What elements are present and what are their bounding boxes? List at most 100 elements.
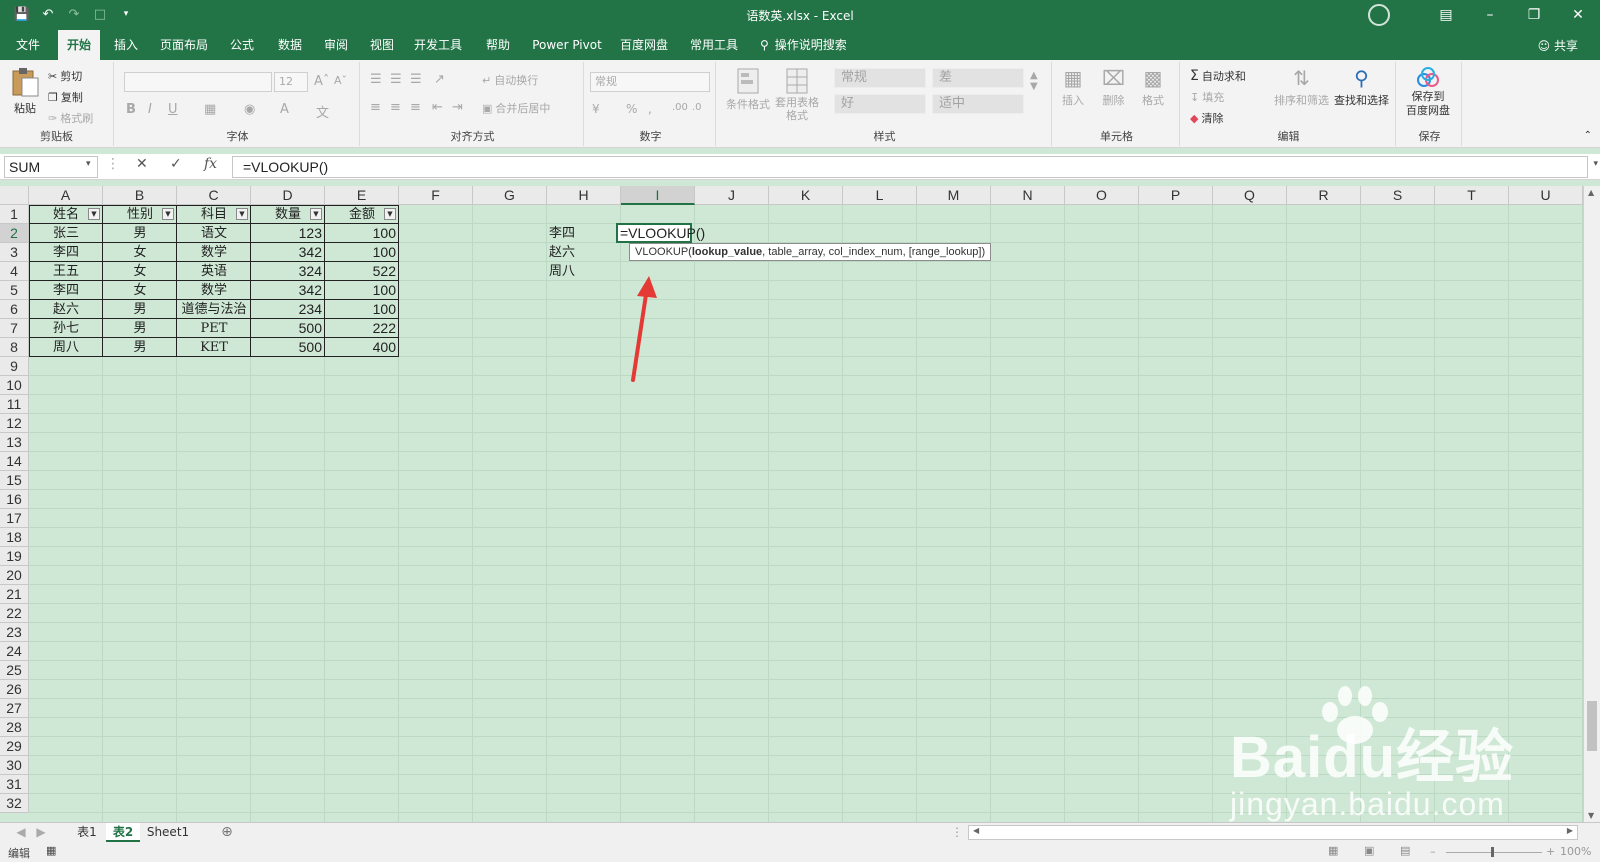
decrease-indent-icon[interactable]: ⇤ — [432, 100, 443, 115]
tab-review[interactable]: 审阅 — [316, 30, 356, 60]
zoom-level[interactable]: 100% — [1560, 845, 1591, 858]
format-cells-button[interactable]: ▩ 格式 — [1142, 66, 1164, 108]
collapse-ribbon-icon[interactable]: ⌃ — [1584, 130, 1592, 141]
column-header-Q[interactable]: Q — [1213, 186, 1287, 205]
prev-sheet-icon[interactable]: ◀ — [14, 823, 28, 842]
scroll-right-icon[interactable]: ▶ — [1567, 826, 1573, 835]
macro-record-icon[interactable]: ▦ — [46, 844, 56, 857]
tab-split-icon[interactable]: ⋮ — [950, 823, 964, 842]
scroll-down-icon[interactable]: ▼ — [1588, 811, 1594, 820]
row-header-31[interactable]: 31 — [0, 775, 29, 794]
row-header-6[interactable]: 6 — [0, 300, 29, 319]
column-header-M[interactable]: M — [917, 186, 991, 205]
merge-center-button[interactable]: ▣ 合并后居中 — [482, 100, 550, 116]
row-header-30[interactable]: 30 — [0, 756, 29, 775]
tell-me-search[interactable]: ⚲ 操作说明搜索 — [760, 30, 866, 60]
row-header-32[interactable]: 32 — [0, 794, 29, 813]
row-header-24[interactable]: 24 — [0, 642, 29, 661]
style-normal[interactable]: 常规 — [834, 68, 926, 88]
vertical-scrollbar[interactable]: ▲ ▼ — [1583, 186, 1600, 822]
row-header-8[interactable]: 8 — [0, 338, 29, 357]
column-header-G[interactable]: G — [473, 186, 547, 205]
autosum-button[interactable]: Σ 自动求和 — [1190, 68, 1246, 84]
row-header-11[interactable]: 11 — [0, 395, 29, 414]
column-header-C[interactable]: C — [177, 186, 251, 205]
percent-icon[interactable]: % — [626, 102, 637, 116]
paste-button[interactable]: 粘贴 — [10, 66, 40, 116]
column-header-B[interactable]: B — [103, 186, 177, 205]
row-header-13[interactable]: 13 — [0, 433, 29, 452]
minimize-button[interactable]: – — [1468, 0, 1512, 30]
tab-page-layout[interactable]: 页面布局 — [156, 30, 212, 60]
confirm-entry-icon[interactable]: ✓ — [170, 156, 182, 172]
column-header-P[interactable]: P — [1139, 186, 1213, 205]
tab-baidu-netdisk[interactable]: 百度网盘 — [614, 30, 674, 60]
decrease-decimal-icon[interactable]: .0 — [692, 102, 702, 113]
user-avatar-icon[interactable] — [1368, 4, 1390, 26]
align-center-icon[interactable]: ≡ — [390, 100, 401, 115]
tab-power-pivot[interactable]: Power Pivot — [528, 30, 606, 60]
column-header-H[interactable]: H — [547, 186, 621, 205]
tab-view[interactable]: 视图 — [362, 30, 402, 60]
row-header-15[interactable]: 15 — [0, 471, 29, 490]
tab-developer[interactable]: 开发工具 — [410, 30, 466, 60]
column-header-N[interactable]: N — [991, 186, 1065, 205]
style-good[interactable]: 好 — [834, 94, 926, 114]
row-header-2[interactable]: 2 — [0, 224, 29, 243]
comma-icon[interactable]: , — [648, 102, 652, 116]
wrap-text-button[interactable]: ↵ 自动换行 — [482, 72, 538, 88]
expand-formula-bar-icon[interactable]: ▾ — [1593, 159, 1598, 169]
column-header-U[interactable]: U — [1509, 186, 1583, 205]
next-sheet-icon[interactable]: ▶ — [34, 823, 48, 842]
orientation-icon[interactable]: ↗ — [434, 72, 445, 87]
cut-button[interactable]: ✂ 剪切 — [48, 68, 82, 84]
row-header-27[interactable]: 27 — [0, 699, 29, 718]
row-header-25[interactable]: 25 — [0, 661, 29, 680]
sort-filter-button[interactable]: ⇅ 排序和筛选 — [1274, 66, 1329, 108]
ribbon-display-icon[interactable]: ▤ — [1424, 0, 1468, 30]
increase-decimal-icon[interactable]: .00 — [672, 102, 688, 113]
tooltip-arg-current[interactable]: lookup_value — [692, 246, 762, 258]
tab-insert[interactable]: 插入 — [106, 30, 146, 60]
fill-color-icon[interactable]: ◉ — [244, 102, 255, 117]
tab-help[interactable]: 帮助 — [478, 30, 518, 60]
phonetic-icon[interactable]: 文 — [316, 102, 329, 121]
clear-button[interactable]: ◆ 清除 — [1190, 110, 1223, 126]
row-header-10[interactable]: 10 — [0, 376, 29, 395]
format-painter-button[interactable]: ✑ 格式刷 — [48, 110, 93, 126]
lookup-name-cell[interactable]: 赵六 — [547, 243, 621, 262]
insert-function-icon[interactable]: fx — [204, 156, 217, 172]
column-header-F[interactable]: F — [399, 186, 473, 205]
cancel-entry-icon[interactable]: ✕ — [136, 156, 148, 172]
formula-input[interactable]: =VLOOKUP() — [232, 156, 1588, 178]
column-header-E[interactable]: E — [325, 186, 399, 205]
column-header-R[interactable]: R — [1287, 186, 1361, 205]
row-header-1[interactable]: 1 — [0, 205, 29, 224]
tab-file[interactable]: 文件 — [8, 30, 48, 60]
italic-icon[interactable]: I — [148, 102, 152, 117]
bottom-align-icon[interactable]: ☰ — [410, 72, 422, 87]
grow-font-icon[interactable]: Aˆ — [314, 74, 329, 89]
restore-button[interactable]: ❐ — [1512, 0, 1556, 30]
find-select-button[interactable]: ⚲ 查找和选择 — [1334, 66, 1389, 108]
row-header-12[interactable]: 12 — [0, 414, 29, 433]
conditional-format-button[interactable]: 条件格式 — [726, 66, 770, 112]
select-all-corner[interactable] — [0, 186, 29, 205]
column-header-T[interactable]: T — [1435, 186, 1509, 205]
font-name-combo[interactable] — [124, 72, 272, 92]
bold-icon[interactable]: B — [126, 102, 136, 117]
row-header-29[interactable]: 29 — [0, 737, 29, 756]
style-bad[interactable]: 差 — [932, 68, 1024, 88]
scroll-up-icon[interactable]: ▲ — [1588, 188, 1594, 197]
copy-button[interactable]: ❐ 复制 — [48, 89, 83, 105]
column-header-D[interactable]: D — [251, 186, 325, 205]
row-header-23[interactable]: 23 — [0, 623, 29, 642]
column-header-A[interactable]: A — [29, 186, 103, 205]
underline-icon[interactable]: U — [168, 102, 178, 117]
scroll-left-icon[interactable]: ◀ — [973, 826, 979, 835]
column-header-I[interactable]: I — [621, 186, 695, 205]
styles-scroll-icon[interactable]: ▲ ▼ — [1030, 70, 1038, 92]
currency-icon[interactable]: ¥ — [592, 102, 600, 116]
add-sheet-icon[interactable]: ⊕ — [218, 823, 236, 842]
name-box-dropdown-icon[interactable]: ▾ — [86, 159, 91, 169]
